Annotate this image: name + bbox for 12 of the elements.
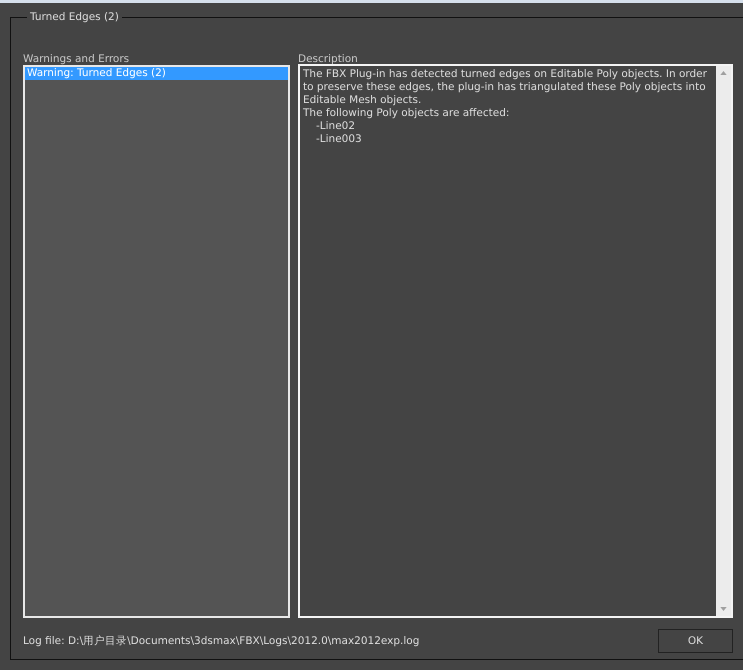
scrollbar[interactable]: [716, 66, 731, 616]
ok-button[interactable]: OK: [658, 629, 733, 653]
log-file-path: Log file: D:\用户目录\Documents\3dsmax\FBX\Logs\2012.0\max2012exp.log: [23, 634, 420, 648]
affected-object: -Line02: [315, 120, 356, 133]
description-text: The FBX Plug-in has detected turned edges on Editable Poly objects. In order to preserve these edges, the plug-in has triangulated these Poly objects into Editable Mesh objects.: [303, 68, 708, 107]
affected-object: -Line003: [315, 133, 363, 146]
description-label: Description: [298, 53, 359, 65]
scroll-down-icon[interactable]: [720, 607, 727, 611]
list-label: Warnings and Errors: [23, 53, 130, 65]
affected-heading: The following Poly objects are affected:: [303, 107, 510, 120]
scroll-up-icon[interactable]: [720, 71, 727, 75]
group-title: Turned Edges (2): [29, 11, 120, 23]
